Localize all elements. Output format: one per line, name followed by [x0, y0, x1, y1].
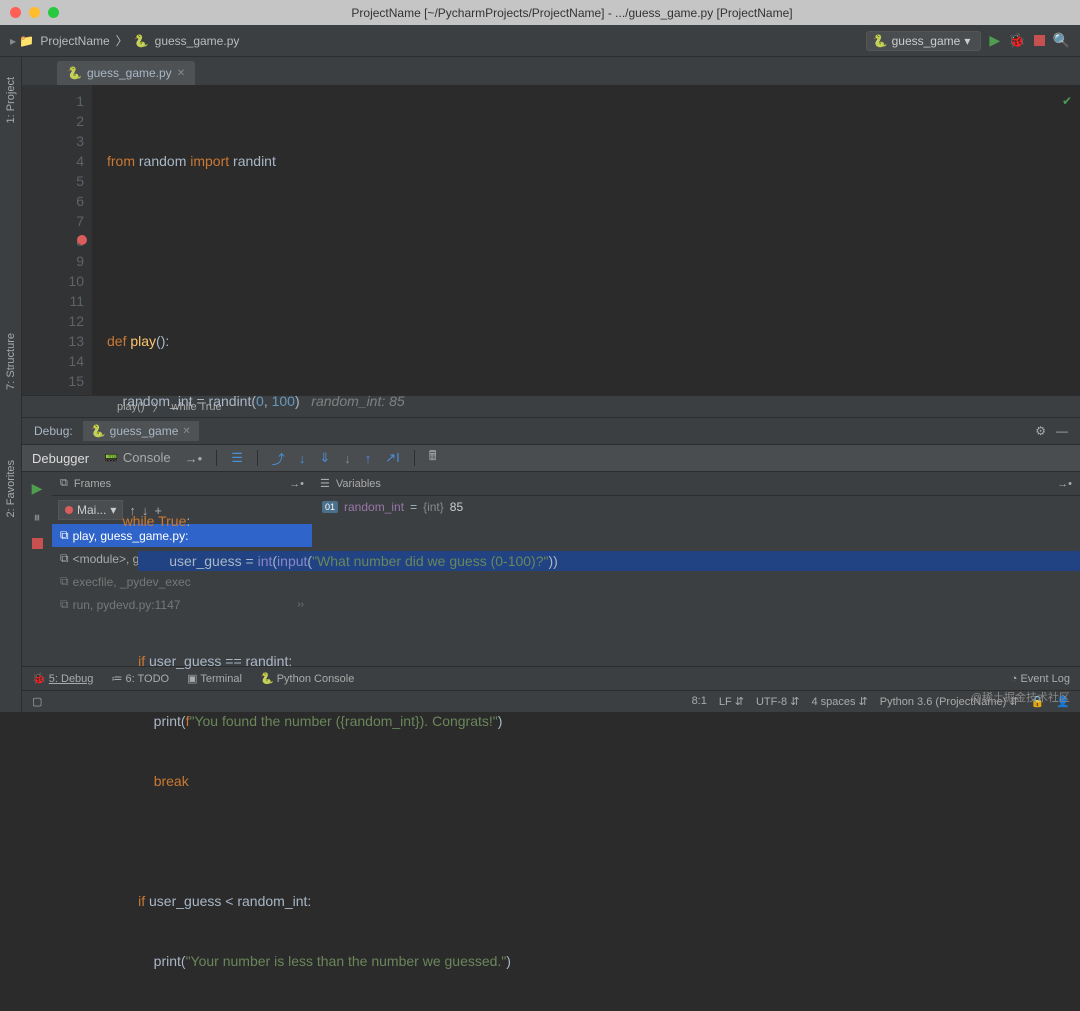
frame-icon: ⧉: [60, 597, 69, 612]
editor-tabs: 🐍 guess_game.py ✕: [22, 57, 1080, 85]
frame-icon: ⧉: [60, 528, 69, 543]
stop-button[interactable]: [1034, 35, 1045, 46]
chevron-down-icon: ▾: [964, 34, 970, 48]
editor-tab[interactable]: 🐍 guess_game.py ✕: [57, 61, 195, 85]
left-rail: 1: Project 7: Structure 2: Favorites: [0, 57, 22, 712]
folder-icon: ▸ 📁: [10, 34, 34, 48]
watermark: @稀土掘金技术社区: [971, 689, 1070, 705]
search-icon[interactable]: 🔍: [1053, 32, 1070, 49]
debug-label: Debug:: [34, 424, 73, 438]
project-tool[interactable]: 1: Project: [5, 77, 17, 123]
breadcrumb[interactable]: ▸ 📁 ProjectName 〉 🐍 guess_game.py: [10, 32, 239, 49]
bug-icon: 🐍: [873, 34, 888, 48]
close-window[interactable]: [10, 7, 21, 18]
debugger-tab[interactable]: Debugger: [32, 451, 89, 466]
checkmark-icon: ✔: [1062, 91, 1072, 111]
run-button[interactable]: ▶: [989, 32, 1000, 49]
pause-icon[interactable]: ⏸: [34, 509, 41, 526]
maximize-window[interactable]: [48, 7, 59, 18]
python-icon: 🐍: [91, 424, 106, 438]
code-editor[interactable]: 123456789101112131415 ✔ from random impo…: [22, 85, 1080, 395]
run-config-selector[interactable]: 🐍 guess_game ▾: [866, 31, 982, 51]
python-icon: 🐍: [134, 34, 149, 48]
debug-button[interactable]: 🐞: [1008, 32, 1025, 49]
python-icon: 🐍: [67, 66, 82, 80]
minimize-window[interactable]: [29, 7, 40, 18]
titlebar: ProjectName [~/PycharmProjects/ProjectNa…: [0, 0, 1080, 25]
favorites-tool[interactable]: 2: Favorites: [5, 460, 17, 517]
frames-icon: ⧉: [60, 477, 68, 490]
gutter[interactable]: 123456789101112131415: [22, 85, 92, 395]
msg-icon[interactable]: ▢: [32, 695, 42, 708]
resume-icon[interactable]: ▶: [32, 480, 43, 497]
thread-dot-icon: [65, 506, 73, 514]
close-icon[interactable]: ✕: [177, 68, 185, 79]
frame-icon: ⧉: [60, 551, 69, 566]
frame-icon: ⧉: [60, 574, 69, 589]
debug-tool[interactable]: 🐞 5: Debug: [32, 672, 93, 685]
breadcrumb-project[interactable]: ProjectName: [40, 34, 109, 48]
code-area[interactable]: ✔ from random import randint def play():…: [92, 85, 1080, 395]
stop-icon[interactable]: [32, 538, 43, 549]
breadcrumb-file[interactable]: guess_game.py: [155, 34, 240, 48]
breakpoint-icon[interactable]: [77, 235, 87, 245]
current-line: user_guess = int(input("What number did …: [138, 551, 1080, 571]
window-title: ProjectName [~/PycharmProjects/ProjectNa…: [74, 6, 1070, 20]
main-toolbar: ▸ 📁 ProjectName 〉 🐍 guess_game.py 🐍 gues…: [0, 25, 1080, 57]
structure-tool[interactable]: 7: Structure: [5, 333, 17, 390]
debug-left-rail: ▶ ⏸: [22, 472, 52, 666]
